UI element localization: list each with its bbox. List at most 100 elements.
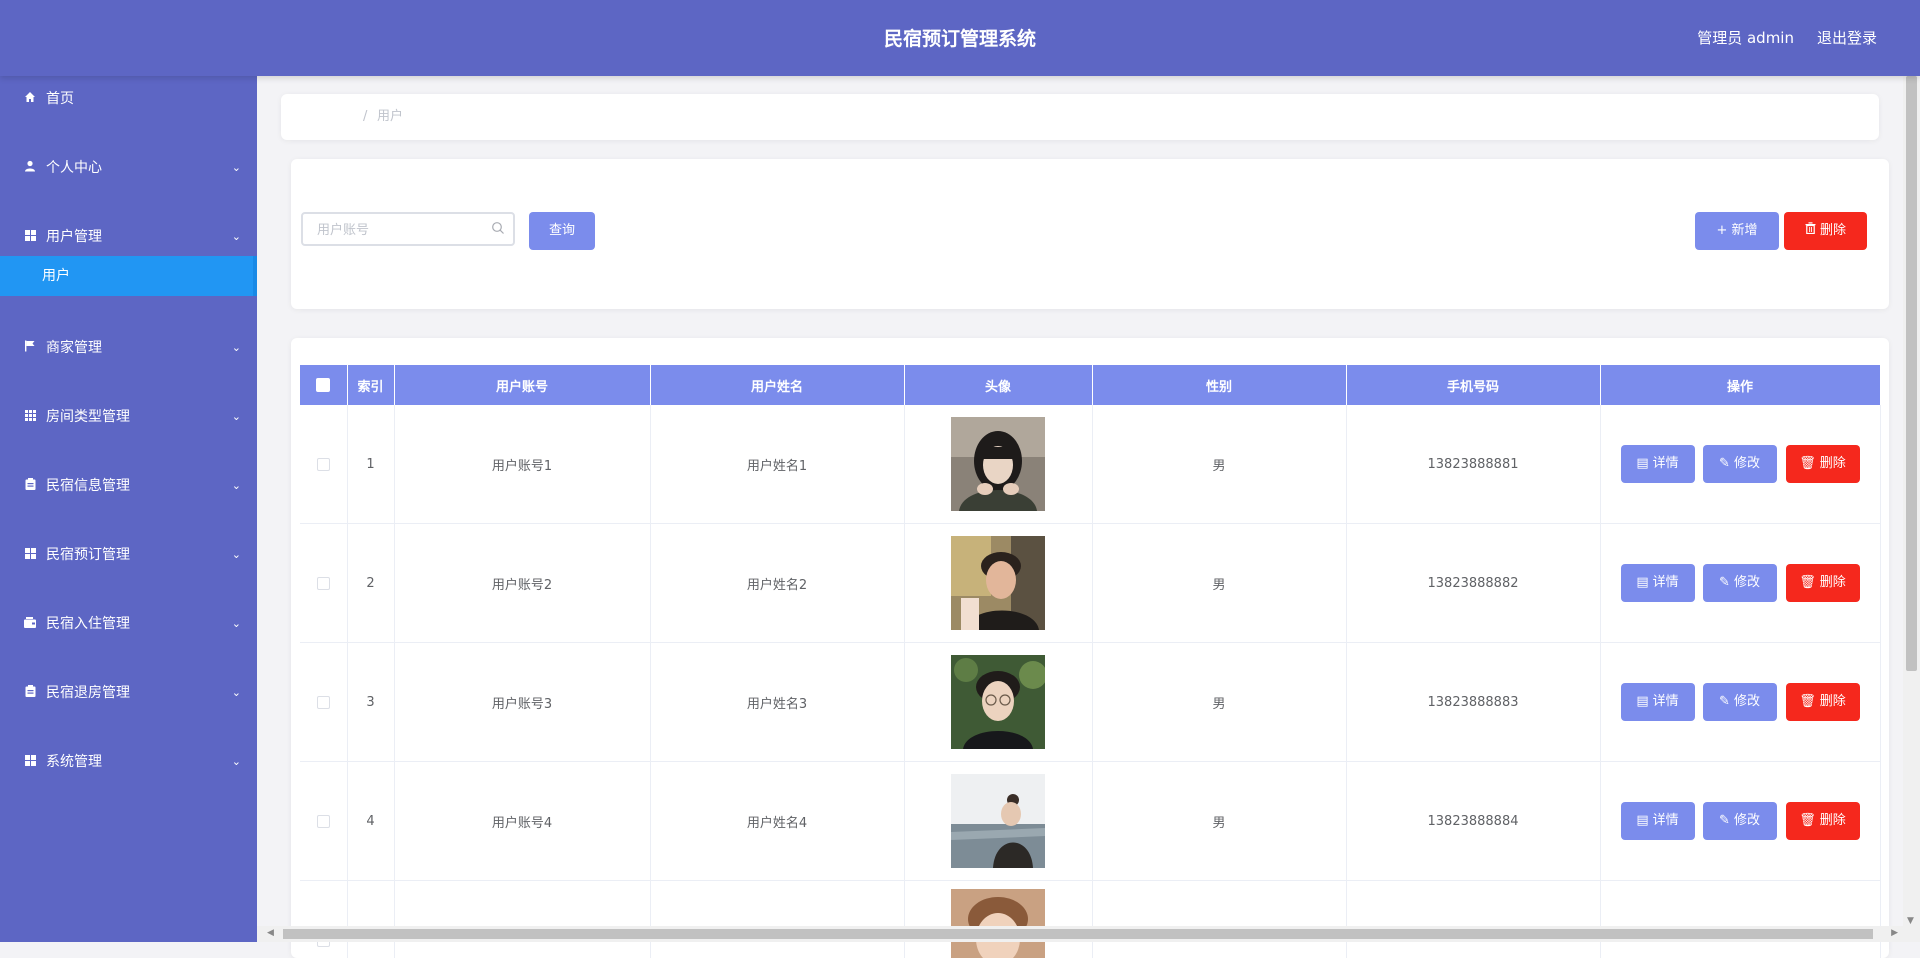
sidebar-subitem-label: 用户 [42, 256, 70, 296]
query-button[interactable]: 查询 [529, 212, 595, 250]
detail-button-label: 详情 [1653, 813, 1679, 828]
document-icon: ▤ [1636, 564, 1648, 602]
name-cell: 用户姓名1 [650, 405, 904, 524]
avatar [951, 774, 1045, 868]
sidebar-item-label: 民宿信息管理 [46, 463, 130, 509]
add-button[interactable]: +新增 [1695, 212, 1779, 250]
scroll-left-arrow-icon[interactable]: ◀ [267, 928, 274, 938]
column-header: 手机号码 [1346, 365, 1600, 405]
detail-button[interactable]: ▤详情 [1621, 564, 1695, 602]
sidebar-item-merchant-management[interactable]: 商家管理 ⌄ [0, 325, 257, 371]
detail-button-label: 详情 [1653, 456, 1679, 471]
scroll-right-arrow-icon[interactable]: ▶ [1891, 928, 1898, 938]
column-header: 用户账号 [394, 365, 650, 405]
avatar [951, 417, 1045, 511]
gender-cell: 男 [1092, 762, 1346, 881]
detail-button[interactable]: ▤详情 [1621, 683, 1695, 721]
pencil-icon: ✎ [1719, 683, 1730, 721]
logout-link[interactable]: 退出登录 [1817, 0, 1877, 76]
sidebar-item-label: 首页 [46, 76, 74, 122]
delete-button[interactable]: 🗑删除 [1786, 445, 1860, 483]
search-icon[interactable] [491, 221, 505, 239]
sidebar-item-label: 民宿预订管理 [46, 532, 130, 578]
chevron-down-icon: ⌄ [232, 739, 241, 785]
batch-delete-button[interactable]: 删除 [1784, 212, 1867, 250]
user-table-panel: 索引 用户账号 用户姓名 头像 性别 手机号码 操作 1 用户账号1 用户姓名1 [291, 338, 1889, 958]
delete-button[interactable]: 🗑删除 [1786, 564, 1860, 602]
edit-button-label: 修改 [1734, 694, 1760, 709]
row-checkbox[interactable] [317, 815, 330, 828]
row-actions: ▤ 详情 ✎ 修改 🗑删除 [1601, 802, 1880, 840]
edit-button[interactable]: ✎ 修改 [1703, 683, 1777, 721]
sidebar-item-homestay-checkout-management[interactable]: 民宿退房管理 ⌄ [0, 670, 257, 716]
phone-cell: 13823888883 [1346, 643, 1600, 762]
app-title: 民宿预订管理系统 [0, 0, 1920, 76]
sidebar-subitem-users[interactable]: 用户 [0, 256, 257, 296]
edit-button[interactable]: ✎修改 [1703, 445, 1777, 483]
row-actions: ▤详情 ✎ 修改 🗑删除 [1601, 683, 1880, 721]
horizontal-scrollbar-thumb[interactable] [283, 929, 1873, 939]
edit-button[interactable]: ✎ 修改 [1703, 564, 1777, 602]
horizontal-scrollbar[interactable]: ◀ ▶ [257, 926, 1920, 942]
row-actions: ▤详情 ✎修改 🗑删除 [1601, 445, 1880, 483]
sidebar-item-home[interactable]: 首页 [0, 76, 257, 122]
flag-icon [23, 325, 37, 371]
search-field [301, 212, 515, 246]
phone-cell: 13823888881 [1346, 405, 1600, 524]
name-cell: 用户姓名2 [650, 524, 904, 643]
detail-button[interactable]: ▤ 详情 [1621, 802, 1695, 840]
account-cell: 用户账号4 [394, 762, 650, 881]
chevron-down-icon: ⌄ [232, 601, 241, 647]
edit-button[interactable]: ✎ 修改 [1703, 802, 1777, 840]
select-all-checkbox[interactable] [316, 378, 330, 392]
scroll-down-arrow-icon[interactable]: ▼ [1907, 916, 1914, 926]
vertical-scrollbar[interactable]: ▼ [1903, 76, 1920, 926]
current-user: 管理员 admin [1697, 0, 1794, 76]
row-checkbox[interactable] [317, 458, 330, 471]
sidebar-item-user-management[interactable]: 用户管理 ⌄ [0, 214, 257, 260]
document-icon: ▤ [1636, 802, 1648, 840]
delete-button[interactable]: 🗑删除 [1786, 683, 1860, 721]
row-checkbox[interactable] [317, 577, 330, 590]
wallet-icon [23, 601, 37, 647]
table-row [300, 881, 1880, 958]
table-row: 4 用户账号4 用户姓名4 男 13823888884 ▤详情 ✎修改 🗑删除 [300, 762, 1880, 881]
vertical-scrollbar-thumb[interactable] [1906, 76, 1917, 671]
pencil-icon: ✎ [1719, 802, 1730, 840]
chevron-down-icon: ⌄ [232, 145, 241, 191]
edit-button-label: 修改 [1734, 813, 1760, 828]
sidebar-item-label: 系统管理 [46, 739, 102, 785]
sidebar-item-label: 民宿入住管理 [46, 601, 130, 647]
delete-button[interactable]: 🗑删除 [1786, 802, 1860, 840]
sidebar-item-profile[interactable]: 个人中心 ⌄ [0, 145, 257, 191]
plus-icon: + [1717, 212, 1728, 250]
account-cell: 用户账号3 [394, 643, 650, 762]
column-header: 用户姓名 [650, 365, 904, 405]
sidebar-item-homestay-checkin-management[interactable]: 民宿入住管理 ⌄ [0, 601, 257, 647]
trash-icon: 🗑 [1799, 445, 1816, 483]
table-row: 1 用户账号1 用户姓名1 男 13823888881 ▤详情 ✎修改 🗑删除 [300, 405, 1880, 524]
chevron-down-icon: ⌄ [232, 670, 241, 716]
sidebar-item-homestay-booking-management[interactable]: 民宿预订管理 ⌄ [0, 532, 257, 578]
column-header: 索引 [347, 365, 394, 405]
delete-button-label: 删除 [1820, 575, 1846, 590]
name-cell: 用户姓名3 [650, 643, 904, 762]
column-header: 性别 [1092, 365, 1346, 405]
chevron-down-icon: ⌄ [232, 325, 241, 371]
detail-button[interactable]: ▤详情 [1621, 445, 1695, 483]
breadcrumb-current: 用户 [377, 94, 403, 140]
pencil-icon: ✎ [1719, 564, 1730, 602]
row-checkbox[interactable] [317, 696, 330, 709]
sidebar-item-system-management[interactable]: 系统管理 ⌄ [0, 739, 257, 785]
index-cell: 3 [347, 643, 394, 762]
gender-cell: 男 [1092, 643, 1346, 762]
column-header: 操作 [1600, 365, 1880, 405]
chevron-down-icon: ⌄ [232, 394, 241, 440]
sidebar-item-homestay-info-management[interactable]: 民宿信息管理 ⌄ [0, 463, 257, 509]
sidebar-item-room-type-management[interactable]: 房间类型管理 ⌄ [0, 394, 257, 440]
grid-icon [23, 394, 37, 440]
sidebar-item-label: 个人中心 [46, 145, 102, 191]
search-input[interactable] [303, 214, 489, 246]
top-header: 民宿预订管理系统 管理员 admin 退出登录 [0, 0, 1920, 76]
edit-button-label: 修改 [1734, 575, 1760, 590]
